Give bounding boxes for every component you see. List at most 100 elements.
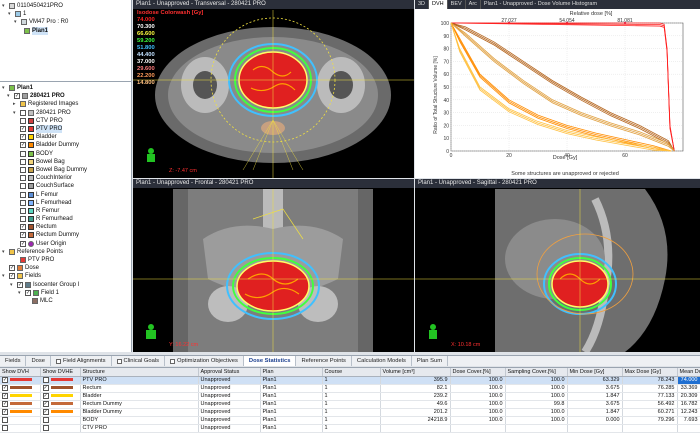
table-row[interactable]: BODY Unapproved Plan1 1 24218.9 100.0 100.0 0.0… — [0, 416, 700, 425]
column-header[interactable]: Approval Status — [198, 368, 261, 377]
user-origin-node[interactable]: ✓ User Origin — [2, 240, 129, 248]
structure-visibility-checkbox[interactable]: ✓ — [20, 134, 26, 141]
show-dvhe-cell[interactable] — [40, 424, 81, 433]
show-dvhe-checkbox[interactable] — [42, 416, 49, 423]
tab-3d[interactable]: 3D — [415, 0, 430, 9]
show-dvh-checkbox[interactable]: ✓ — [2, 376, 8, 383]
structure-item[interactable]: ✓ Rectum Dummy — [2, 231, 129, 239]
show-dvhe-checkbox[interactable]: ✓ — [42, 392, 49, 399]
show-dvhe-cell[interactable]: ✓ — [40, 400, 81, 409]
show-dvhe-checkbox[interactable] — [42, 424, 49, 431]
column-header[interactable]: Show DVHE — [40, 368, 81, 377]
tab-checkbox[interactable] — [56, 358, 62, 364]
show-dvh-cell[interactable]: ✓ — [0, 400, 41, 409]
tab-field-alignments[interactable]: Field Alignments — [51, 356, 112, 366]
structure-visibility-checkbox[interactable] — [20, 166, 26, 173]
tab-plan-sum[interactable]: Plan Sum — [412, 356, 449, 366]
dose-node[interactable]: ✓ Dose — [2, 264, 129, 272]
iso-group-checkbox[interactable]: ✓ — [17, 281, 23, 288]
dose-checkbox[interactable]: ✓ — [9, 265, 15, 272]
structure-visibility-checkbox[interactable]: ✓ — [20, 232, 26, 239]
show-dvh-checkbox[interactable] — [2, 424, 8, 431]
transversal-viewport[interactable]: Plan1 - Unapproved - Transversal - 28042… — [133, 0, 414, 178]
ref-point-node[interactable]: PTV PRO — [2, 256, 129, 264]
structure-visibility-checkbox[interactable] — [20, 175, 26, 182]
show-dvh-checkbox[interactable]: ✓ — [2, 392, 8, 399]
table-row[interactable]: CTV PRO Unapproved Plan1 1 — [0, 424, 700, 433]
show-dvh-checkbox[interactable]: ✓ — [2, 408, 8, 415]
show-dvh-checkbox[interactable]: ✓ — [2, 400, 8, 407]
user-origin-checkbox[interactable]: ✓ — [20, 240, 26, 247]
show-dvh-cell[interactable] — [0, 424, 41, 433]
reference-points-node[interactable]: ▾ Reference Points — [2, 248, 129, 256]
frontal-viewport[interactable]: Plan1 - Unapproved - Frontal - 280421 PR… — [133, 179, 414, 352]
show-dvh-cell[interactable]: ✓ — [0, 384, 41, 393]
structure-item[interactable]: ✓ Rectum — [2, 223, 129, 231]
show-dvhe-checkbox[interactable]: ✓ — [42, 384, 49, 391]
column-header[interactable]: Mean Dose [Gy] — [677, 368, 700, 377]
column-header[interactable]: Sampling Cover.[%] — [505, 368, 568, 377]
structure-visibility-checkbox[interactable] — [20, 191, 26, 198]
structure-item[interactable]: R Femurhead — [2, 215, 129, 223]
structure-item[interactable]: Bowel Bag Dummy — [2, 166, 129, 174]
fields-checkbox[interactable]: ✓ — [9, 273, 15, 280]
tab-arc[interactable]: Arc — [466, 0, 481, 9]
show-dvh-checkbox[interactable] — [2, 416, 8, 423]
structure-item[interactable]: Bowel Bag — [2, 158, 129, 166]
structure-visibility-checkbox[interactable]: ✓ — [20, 126, 26, 133]
structure-set-node[interactable]: ▾ ✓ 280421 PRO — [2, 92, 129, 100]
structure-item[interactable]: ✓ Bladder — [2, 133, 129, 141]
column-header[interactable]: Plan — [260, 368, 323, 377]
column-header[interactable]: Min Dose [Gy] — [567, 368, 623, 377]
tab-dvh[interactable]: DVH — [429, 0, 448, 9]
show-dvhe-cell[interactable]: ✓ — [40, 392, 81, 401]
table-row[interactable]: ✓ ✓ Bladder Dummy Unapproved Plan1 1 201.2 100.… — [0, 408, 700, 417]
table-row[interactable]: ✓ PTV PRO Unapproved Plan1 1 395.9 100.0 100.0 6… — [0, 376, 700, 385]
structure-item[interactable]: CTV PRO — [2, 117, 129, 125]
show-dvhe-cell[interactable] — [40, 416, 81, 425]
tab-reference-points[interactable]: Reference Points — [296, 356, 352, 366]
show-dvhe-checkbox[interactable]: ✓ — [42, 408, 49, 415]
tab-fields[interactable]: Fields — [0, 356, 27, 366]
structure-item[interactable]: ✓ Bladder Dummy — [2, 141, 129, 149]
tab-clinical-goals[interactable]: Clinical Goals — [112, 356, 165, 366]
show-dvhe-cell[interactable]: ✓ — [40, 384, 81, 393]
structure-visibility-checkbox[interactable]: ✓ — [20, 224, 26, 231]
column-header[interactable]: Dose Cover.[%] — [450, 368, 506, 377]
field-node[interactable]: ▾ ✓ Field 1 — [2, 289, 129, 297]
structure-visibility-checkbox[interactable] — [20, 150, 26, 157]
structure-item[interactable]: R Femur — [2, 207, 129, 215]
table-row[interactable]: ✓ ✓ Rectum Unapproved Plan1 1 82.1 100.0 100.0 3.… — [0, 384, 700, 393]
tab-dose[interactable]: Dose — [26, 356, 52, 366]
column-header[interactable]: Show DVH — [0, 368, 41, 377]
tab-dose-statistics[interactable]: Dose Statistics — [243, 356, 297, 366]
structure-item[interactable]: CouchInterior — [2, 174, 129, 182]
plan-node[interactable]: Plan1 — [2, 26, 129, 35]
image-checkbox[interactable] — [20, 109, 26, 116]
column-header[interactable]: Course — [322, 368, 381, 377]
structure-item[interactable]: L Femurhead — [2, 199, 129, 207]
structure-visibility-checkbox[interactable] — [20, 117, 26, 124]
show-dvh-cell[interactable]: ✓ — [0, 376, 41, 385]
structure-visibility-checkbox[interactable] — [20, 199, 26, 206]
table-row[interactable]: ✓ ✓ Rectum Dummy Unapproved Plan1 1 49.6 100.0 9… — [0, 400, 700, 409]
structure-visibility-checkbox[interactable]: ✓ — [20, 142, 26, 149]
course-node[interactable]: ▾ 1 — [2, 10, 129, 18]
structure-visibility-checkbox[interactable] — [20, 216, 26, 223]
image-node[interactable]: ▾ 280421 PRO — [2, 109, 129, 117]
structure-visibility-checkbox[interactable] — [20, 158, 26, 165]
structure-item[interactable]: CouchSurface — [2, 182, 129, 190]
show-dvhe-checkbox[interactable] — [42, 376, 49, 383]
structure-item[interactable]: ✓ PTV PRO — [2, 125, 129, 134]
show-dvhe-cell[interactable] — [40, 376, 81, 385]
sagittal-viewport[interactable]: Plan1 - Unapproved - Sagittal - 280421 P… — [415, 179, 700, 352]
patient-node[interactable]: ▾ 0110450421PRO — [2, 2, 129, 10]
registered-images-node[interactable]: ▸ Registered Images — [2, 100, 129, 108]
fields-node[interactable]: ▾ ✓ Fields — [2, 272, 129, 280]
tab-checkbox[interactable] — [170, 358, 175, 364]
show-dvh-cell[interactable]: ✓ — [0, 392, 41, 401]
show-dvh-checkbox[interactable]: ✓ — [2, 384, 8, 391]
show-dvh-cell[interactable] — [0, 416, 41, 425]
field-checkbox[interactable]: ✓ — [25, 289, 31, 296]
structure-visibility-checkbox[interactable] — [20, 207, 26, 214]
